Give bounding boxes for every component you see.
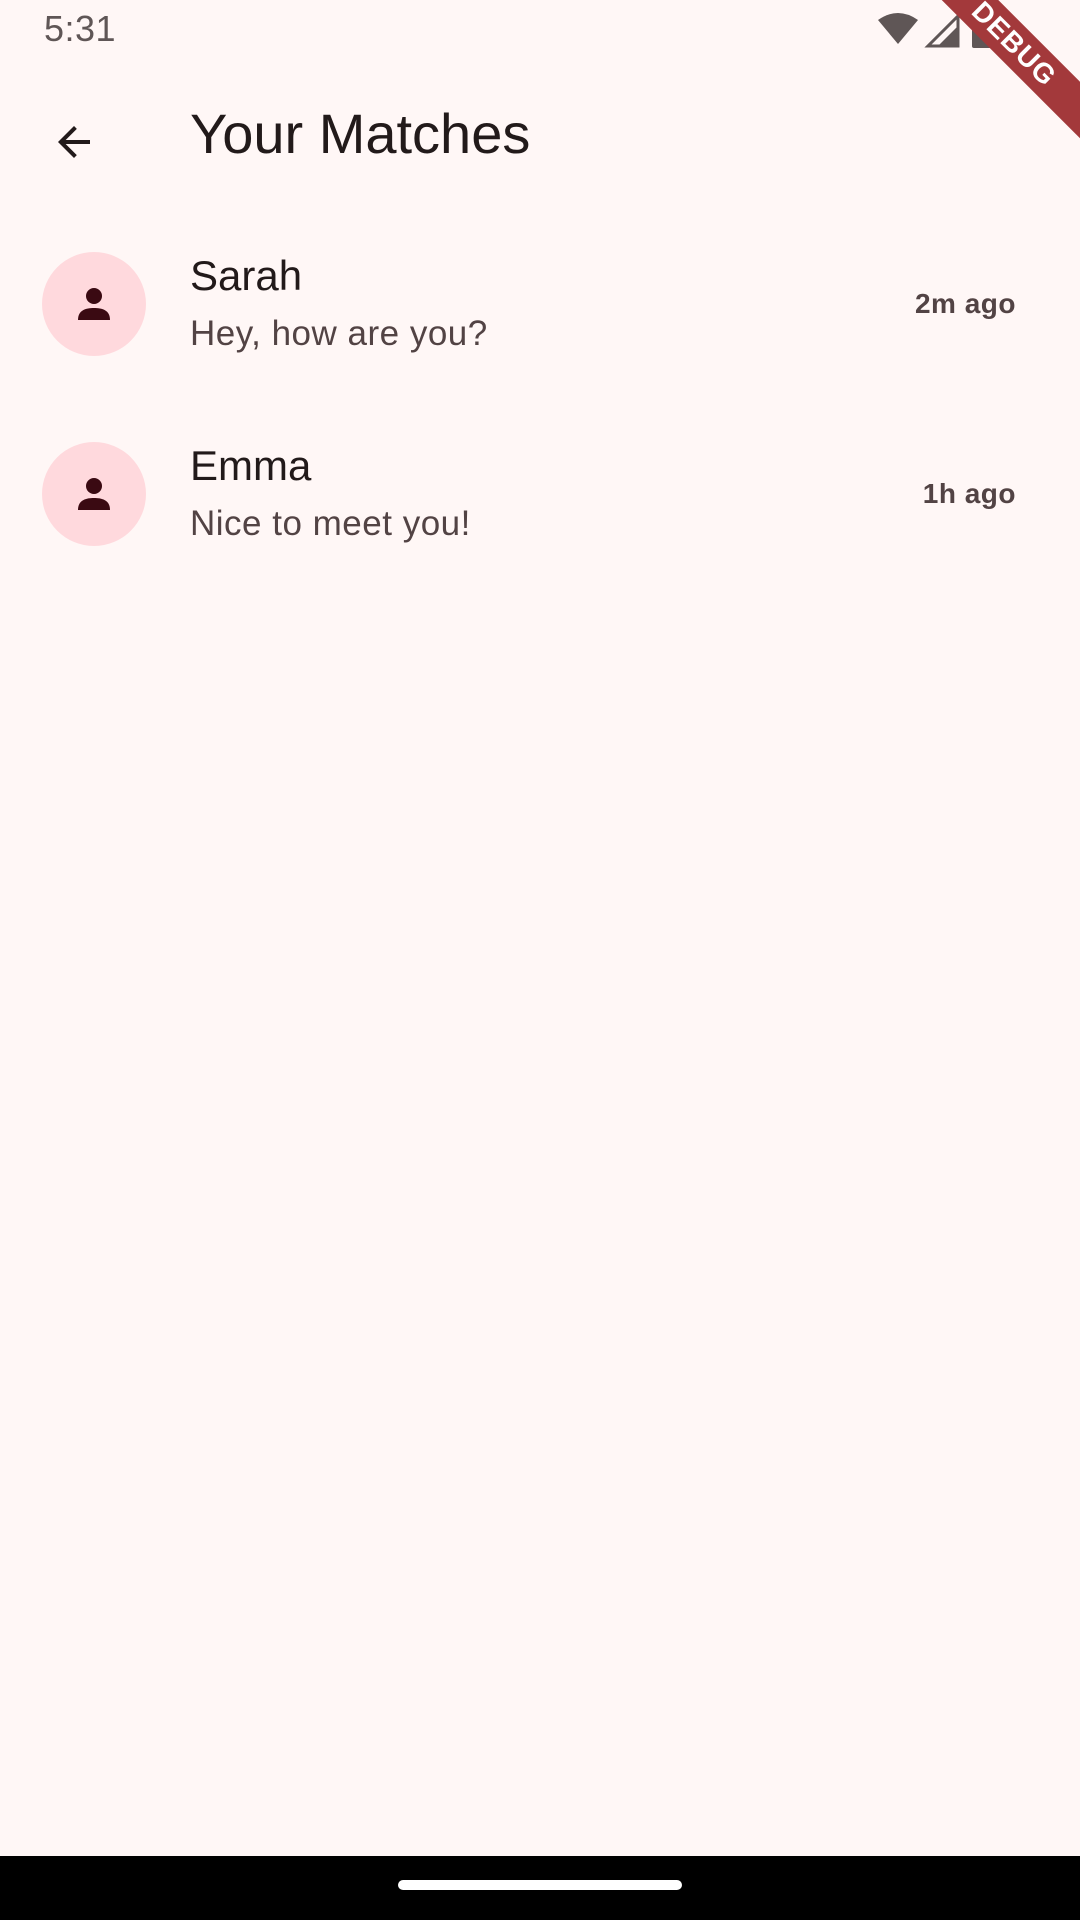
home-indicator[interactable] <box>398 1880 682 1890</box>
back-button[interactable] <box>26 94 122 190</box>
app-bar: Your Matches <box>0 62 1080 208</box>
status-icons <box>876 12 1006 52</box>
battery-icon <box>972 12 992 48</box>
match-name: Sarah <box>190 252 303 299</box>
match-list: Sarah Hey, how are you? 2m ago Emma Nice… <box>0 208 1080 588</box>
page-title: Your Matches <box>190 102 531 165</box>
match-timestamp: 2m ago <box>914 288 1016 319</box>
match-timestamp: 1h ago <box>922 478 1016 509</box>
status-time: 5:31 <box>44 8 117 49</box>
avatar <box>42 442 146 546</box>
signal-icon <box>924 12 960 48</box>
person-icon <box>78 478 110 510</box>
match-list-item[interactable]: Sarah Hey, how are you? 2m ago <box>0 208 1080 398</box>
wifi-icon <box>878 13 918 44</box>
navigation-bar <box>0 1856 1080 1920</box>
match-last-message: Nice to meet you! <box>190 504 471 543</box>
status-bar: 5:31 <box>0 0 1080 62</box>
arrow-back-icon <box>58 126 90 158</box>
match-list-item[interactable]: Emma Nice to meet you! 1h ago <box>0 398 1080 588</box>
match-last-message: Hey, how are you? <box>190 314 488 353</box>
avatar <box>42 252 146 356</box>
person-icon <box>78 288 110 320</box>
match-name: Emma <box>190 442 312 489</box>
